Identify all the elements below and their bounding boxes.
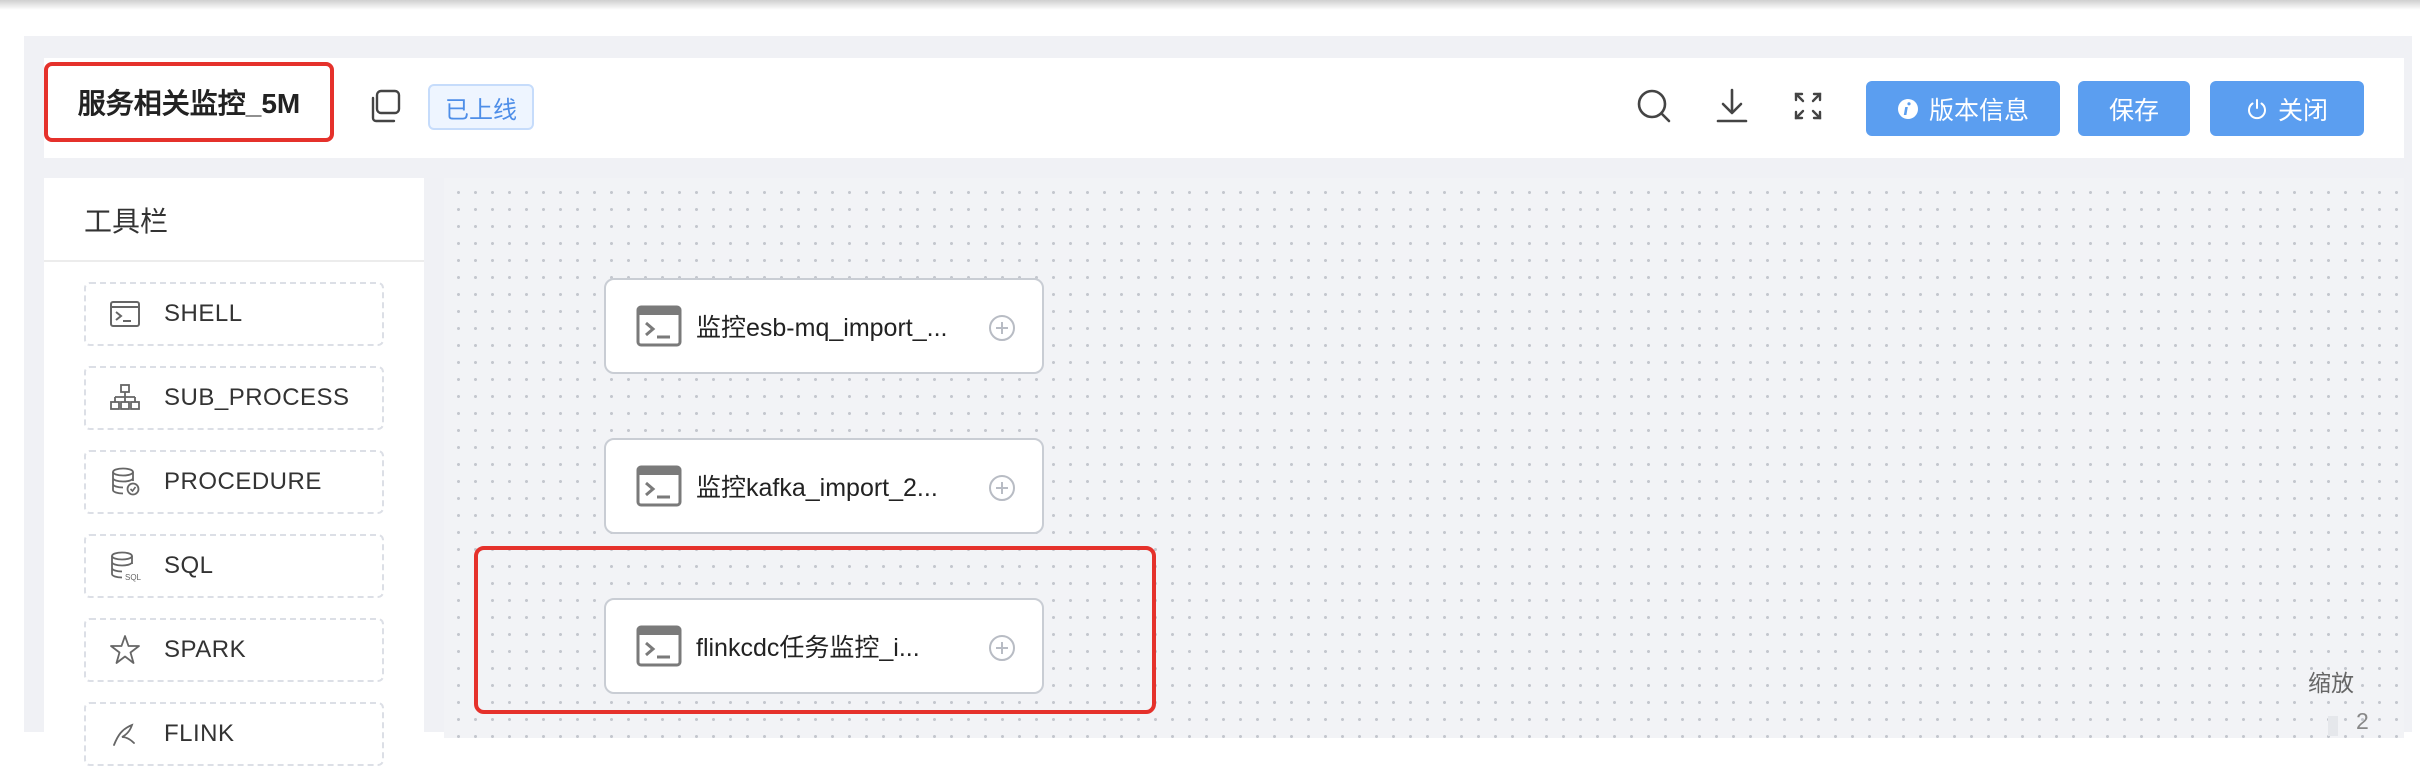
version-info-button[interactable]: 版本信息: [1866, 81, 2060, 136]
zoom-value: 2: [2356, 708, 2369, 734]
task-node[interactable]: flinkcdc任务监控_i...: [604, 598, 1044, 694]
close-button[interactable]: 关闭: [2210, 81, 2364, 136]
shell-icon: [636, 465, 682, 507]
sql-icon-text: SQL: [125, 573, 142, 582]
toolbar-panel: 工具栏 SHELL SUB_PROCESS PROCEDURE SQL SQL …: [44, 178, 424, 766]
tool-sql[interactable]: SQL SQL: [84, 534, 384, 598]
workflow-title: 服务相关监控_5M: [77, 88, 301, 119]
tool-shell[interactable]: SHELL: [84, 282, 384, 346]
tool-label: SHELL: [164, 300, 243, 327]
shell-icon: [110, 301, 140, 327]
fullscreen-icon[interactable]: [1788, 86, 1828, 126]
sub-process-icon: [110, 384, 140, 410]
top-shadow: [0, 0, 2420, 10]
task-node[interactable]: 监控kafka_import_2...: [604, 438, 1044, 534]
tool-sub-process[interactable]: SUB_PROCESS: [84, 366, 384, 430]
task-node[interactable]: 监控esb-mq_import_...: [604, 278, 1044, 374]
tool-label: SQL: [164, 552, 214, 579]
copy-icon[interactable]: [366, 88, 402, 124]
shell-icon: [636, 625, 682, 667]
sql-icon: SQL: [111, 551, 142, 582]
zoom-label: 缩放: [2308, 670, 2354, 696]
tool-label: PROCEDURE: [164, 468, 322, 495]
power-icon: [2248, 98, 2266, 119]
add-connection-icon[interactable]: [988, 634, 1016, 662]
toolbar-title: 工具栏: [84, 206, 169, 237]
save-button[interactable]: 保存: [2078, 81, 2190, 136]
task-node-label: 监控esb-mq_import_...: [696, 314, 948, 342]
spark-icon: [110, 635, 140, 664]
workflow-title-box: 服务相关监控_5M: [44, 62, 334, 142]
tool-label: SUB_PROCESS: [164, 384, 350, 411]
info-icon: [1897, 98, 1918, 119]
search-icon[interactable]: [1634, 86, 1674, 126]
tool-procedure[interactable]: PROCEDURE: [84, 450, 384, 514]
status-badge: 已上线: [428, 84, 534, 130]
task-node-label: flinkcdc任务监控_i...: [696, 634, 920, 662]
zoom-slider-track[interactable]: [2328, 716, 2338, 736]
add-connection-icon[interactable]: [988, 474, 1016, 502]
shell-icon: [636, 305, 682, 347]
version-info-label: 版本信息: [1928, 96, 2029, 125]
close-label: 关闭: [2277, 96, 2328, 125]
download-icon[interactable]: [1712, 86, 1752, 126]
toolbar-divider: [44, 260, 424, 262]
tool-label: SPARK: [164, 636, 247, 663]
flink-icon: [113, 723, 135, 746]
add-connection-icon[interactable]: [988, 314, 1016, 342]
tool-flink[interactable]: FLINK: [84, 702, 384, 766]
task-node-label: 监控kafka_import_2...: [696, 474, 938, 502]
tool-label: FLINK: [164, 720, 235, 747]
procedure-icon: [112, 467, 140, 496]
save-label: 保存: [2108, 96, 2159, 125]
tool-spark[interactable]: SPARK: [84, 618, 384, 682]
